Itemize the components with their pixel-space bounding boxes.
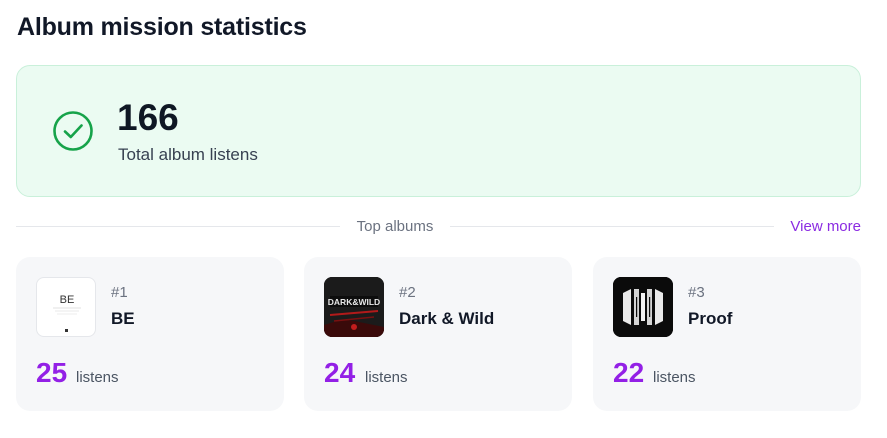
album-rank: #3 [688, 284, 705, 301]
album-rank: #1 [111, 284, 128, 301]
svg-text:DARK&WILD: DARK&WILD [328, 297, 380, 307]
album-listen-unit: listens [76, 369, 119, 386]
album-rank: #2 [399, 284, 416, 301]
section-divider-left [16, 226, 340, 227]
top-albums-heading: Top albums [356, 218, 434, 235]
section-divider-right [450, 226, 774, 227]
check-circle-icon [53, 111, 93, 151]
album-card-1[interactable]: BE #1 BE 25 listens [16, 257, 284, 411]
total-listens-label: Total album listens [118, 145, 258, 164]
total-listens-value: 166 [117, 97, 179, 138]
view-more-link[interactable]: View more [790, 218, 861, 235]
be-cover-image: BE [36, 277, 96, 337]
album-listen-unit: listens [365, 369, 408, 386]
album-listen-count: 25 [36, 357, 68, 388]
dark-and-wild-cover-image: DARK&WILD [324, 277, 384, 337]
album-listen-count: 24 [324, 357, 356, 388]
proof-cover-image [613, 277, 673, 337]
album-listen-count: 22 [613, 357, 645, 388]
album-name: BE [111, 309, 135, 328]
svg-text:BE: BE [60, 294, 75, 306]
page-title: Album mission statistics [17, 13, 307, 41]
album-card-3[interactable]: #3 Proof 22 listens [593, 257, 861, 411]
album-name: Dark & Wild [399, 309, 495, 328]
album-mission-statistics-page: Album mission statistics 166 Total album… [0, 0, 887, 438]
album-card-2[interactable]: DARK&WILD #2 Dark & Wild 24 listens [304, 257, 572, 411]
album-name: Proof [688, 309, 733, 328]
album-listen-unit: listens [653, 369, 696, 386]
total-listens-card: 166 Total album listens [16, 65, 861, 197]
